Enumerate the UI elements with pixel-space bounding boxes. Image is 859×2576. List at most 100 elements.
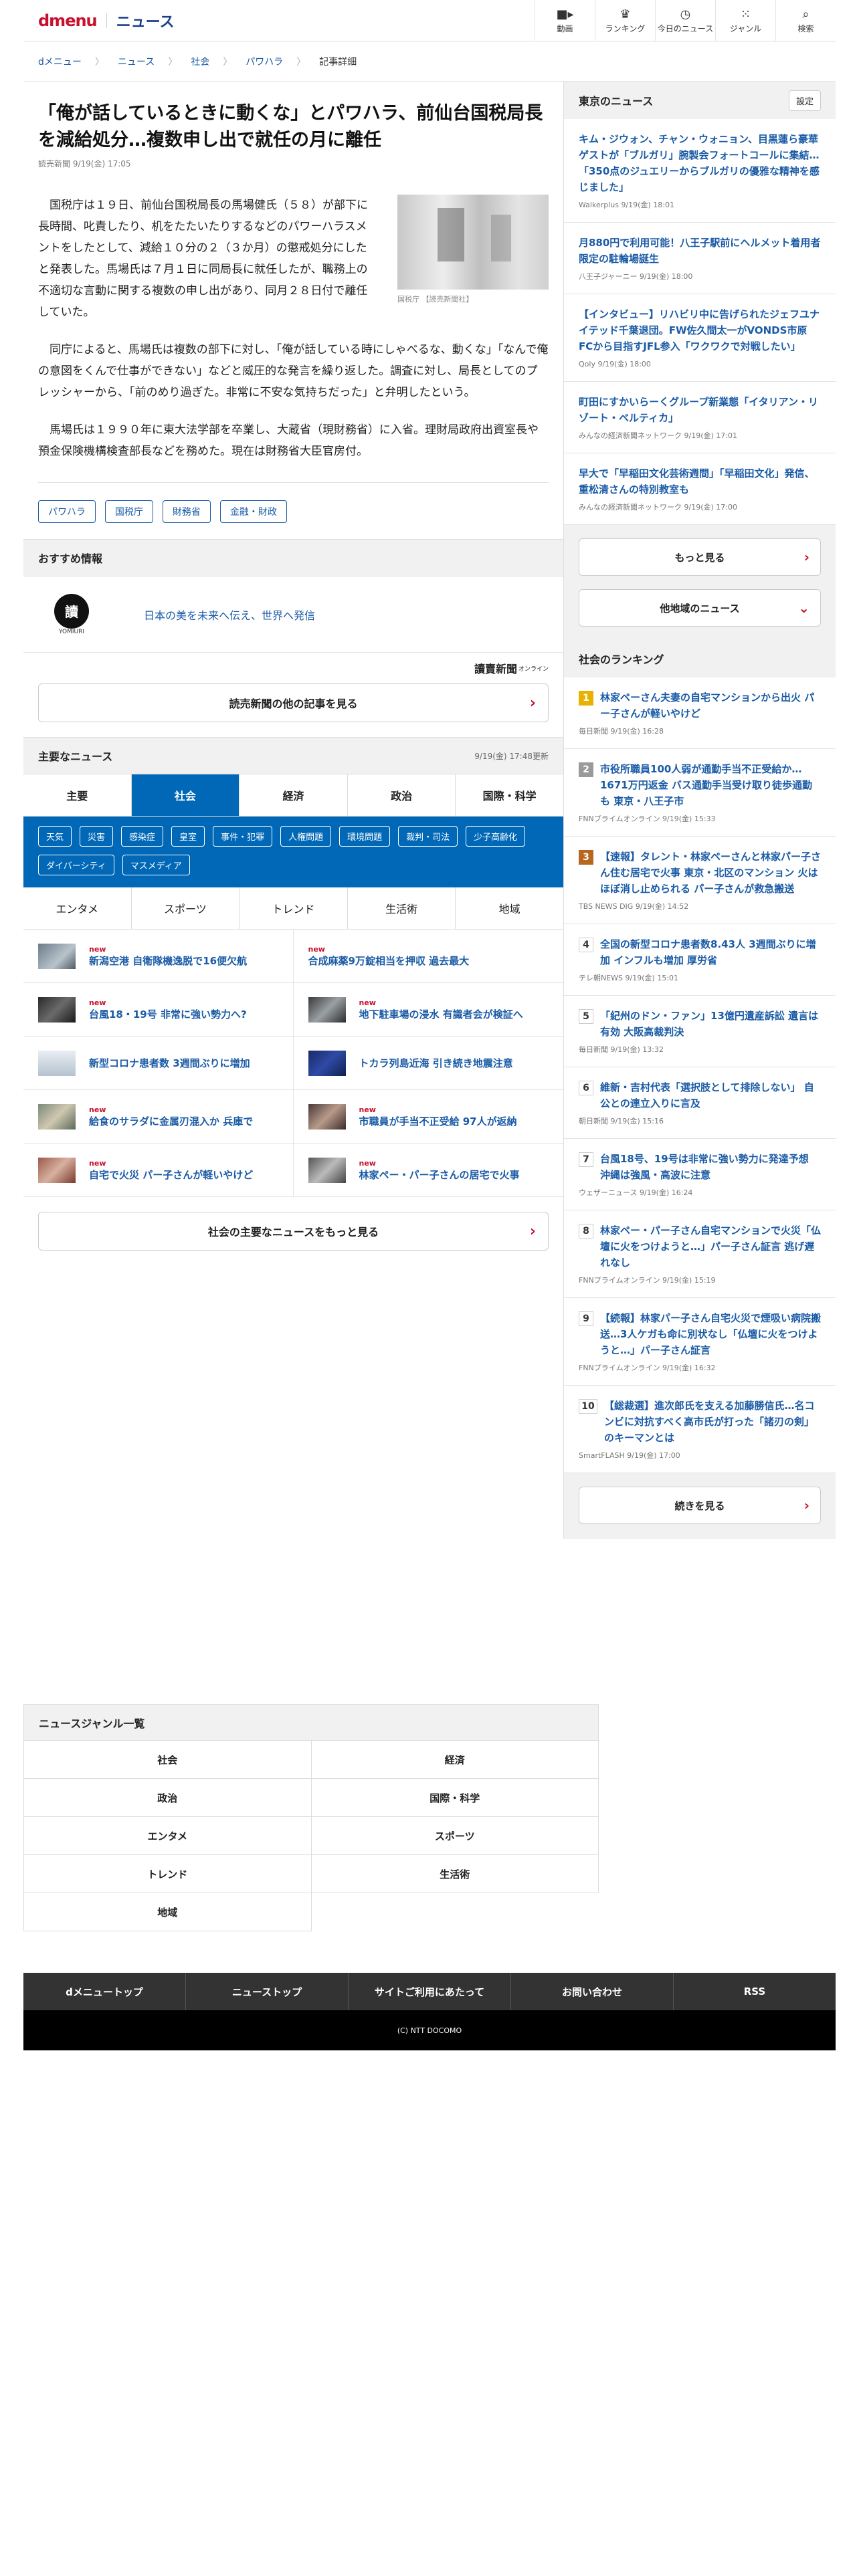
copyright: (C) NTT DOCOMO (23, 2010, 836, 2050)
nav-video[interactable]: ■▸ 動画 (535, 0, 595, 41)
ranking-item[interactable]: 5 「紀州のドン・ファン」13億円遺産訴訟 遺言は有効 大阪高裁判決 毎日新聞 9/… (564, 996, 836, 1067)
news-item[interactable]: new 給食のサラダに金属刃混入か 兵庫で (23, 1090, 294, 1144)
chip-aging[interactable]: 少子高齢化 (466, 826, 526, 847)
genre-politics[interactable]: 政治 (24, 1779, 312, 1817)
chip-imperial[interactable]: 皇室 (171, 826, 205, 847)
genre-sports[interactable]: スポーツ (311, 1817, 599, 1855)
tab-economy[interactable]: 経済 (240, 774, 348, 816)
tab-entertainment[interactable]: エンタメ (23, 887, 132, 929)
news-thumbnail (308, 1050, 346, 1076)
ranking-item[interactable]: 8 林家ペー・パー子さん自宅マンションで火災「仏壇に火をつけようと…」パー子さん証… (564, 1210, 836, 1298)
recommend-heading: おすすめ情報 (23, 539, 563, 576)
society-more-button[interactable]: 社会の主要なニュースをもっと見る › (38, 1212, 549, 1251)
list-item[interactable]: 早大で「早稲田文化芸術週間」「早稲田文化」発信、重松清さんの特別教室も みんなの経… (564, 453, 836, 525)
chip-mass-media[interactable]: マスメディア (122, 855, 190, 875)
footer-rss[interactable]: RSS (674, 1973, 836, 2010)
genre-region[interactable]: 地域 (24, 1893, 312, 1931)
news-item[interactable]: new 合成麻薬9万錠相当を押収 過去最大 (293, 930, 563, 983)
news-item[interactable]: new 自宅で火災 パー子さんが軽いやけど (23, 1144, 294, 1197)
ranking-item[interactable]: 10 【総裁選】進次郎氏を支える加藤勝信氏…名コンビに対抗すべく高市氏が打った「諸… (564, 1386, 836, 1473)
news-item[interactable]: new 台風18・19号 非常に強い勢力へ? (23, 983, 294, 1037)
publisher-more-button[interactable]: 読売新聞の他の記事を見る › (38, 683, 549, 722)
tab-trend[interactable]: トレンド (240, 887, 348, 929)
nav-search[interactable]: ⌕ 検索 (775, 0, 836, 41)
genre-society[interactable]: 社会 (24, 1741, 312, 1779)
tab-region[interactable]: 地域 (456, 887, 563, 929)
new-badge: new (359, 1105, 376, 1114)
chip-crime[interactable]: 事件・犯罪 (213, 826, 273, 847)
chip-diversity[interactable]: ダイバーシティ (38, 855, 114, 875)
ranking-item[interactable]: 2 市役所職員100人弱が通勤手当不正受給か…1671万円返金 バス通勤手当受け取… (564, 749, 836, 837)
logo[interactable]: dmenu ニュース (23, 10, 175, 31)
tokyo-more-button[interactable]: もっと見る › (579, 538, 821, 576)
news-item[interactable]: new 地下駐車場の浸水 有識者会が検証へ (293, 983, 563, 1037)
genre-entertainment[interactable]: エンタメ (24, 1817, 312, 1855)
chip-weather[interactable]: 天気 (38, 826, 72, 847)
chip-infection[interactable]: 感染症 (121, 826, 164, 847)
news-logo[interactable]: ニュース (116, 10, 175, 31)
footer-dmenu-top[interactable]: dメニュートップ (23, 1973, 186, 2010)
breadcrumb-news[interactable]: ニュース (118, 55, 155, 68)
ranking-item[interactable]: 1 林家ペーさん夫妻の自宅マンションから出火 パー子さんが軽いやけど 毎日新聞 9/… (564, 677, 836, 749)
news-item[interactable]: new 市職員が手当不正受給 97人が返納 (293, 1090, 563, 1144)
tag-link[interactable]: 財務省 (162, 500, 211, 523)
chip-court[interactable]: 裁判・司法 (398, 826, 458, 847)
recommend-text[interactable]: 日本の美を未来へ伝え、世界へ発信 (144, 607, 315, 623)
breadcrumb-dmenu[interactable]: dメニュー (38, 55, 82, 68)
ranking-item[interactable]: 7 台風18号、19号は非常に強い勢力に発達予想 沖縄は強風・高波に注意 ウェザーニ… (564, 1139, 836, 1210)
photo-image[interactable] (397, 195, 549, 290)
ranking-more-button[interactable]: 続きを見る › (579, 1487, 821, 1524)
genre-section: ニュースジャンル一覧 社会 経済 政治 国際・科学 エンタメ スポーツ トレンド… (23, 1704, 599, 1931)
tag-list: パワハラ 国税庁 財務省 金融・財政 (38, 482, 549, 523)
genre-international[interactable]: 国際・科学 (311, 1779, 599, 1817)
footer-terms[interactable]: サイトご利用にあたって (349, 1973, 511, 2010)
breadcrumb: dメニュー〉 ニュース〉 社会〉 パワハラ〉 記事詳細 (23, 41, 836, 82)
tab-sports[interactable]: スポーツ (132, 887, 240, 929)
article-photo[interactable]: 国税庁 【読売新聞社】 (397, 195, 549, 304)
settings-button[interactable]: 設定 (788, 90, 821, 111)
footer-contact[interactable]: お問い合わせ (511, 1973, 674, 2010)
recommend-item[interactable]: 讀 YOMIURI 日本の美を未来へ伝え、世界へ発信 (23, 576, 563, 653)
ranking-item[interactable]: 9 【続報】林家パー子さん自宅火災で煙吸い病院搬送…3人ケガも命に別状なし「仏壇に… (564, 1298, 836, 1386)
subcategory-bar: 天気 災害 感染症 皇室 事件・犯罪 人権問題 環境問題 裁判・司法 少子高齢化… (23, 817, 563, 887)
dmenu-logo[interactable]: dmenu (38, 11, 98, 30)
tab-politics[interactable]: 政治 (348, 774, 456, 816)
nav-genre[interactable]: ⁙ ジャンル (715, 0, 775, 41)
other-region-button[interactable]: 他地域のニュース ⌄ (579, 589, 821, 627)
tag-link[interactable]: 国税庁 (104, 500, 153, 523)
ranking-item[interactable]: 6 維新・吉村代表「選択肢として排除しない」 自公との連立入りに言及 朝日新聞 9/… (564, 1067, 836, 1139)
list-item[interactable]: 町田にすかいらーくグループ新業態「イタリアン・リゾート・ベルティカ」 みんなの経済… (564, 382, 836, 453)
tag-link[interactable]: 金融・財政 (219, 500, 287, 523)
list-item[interactable]: 【インタビュー】リハビリ中に告げられたジェフユナイテッド千葉退団。FW佐久間太一… (564, 294, 836, 382)
genre-grid: 社会 経済 政治 国際・科学 エンタメ スポーツ トレンド 生活術 地域 (23, 1740, 599, 1931)
tag-link[interactable]: パワハラ (38, 500, 96, 523)
tab-international[interactable]: 国際・科学 (456, 774, 563, 816)
ranking-item[interactable]: 3 【速報】タレント・林家ペーさんと林家パー子さん住む居宅で火事 東京・北区のマン… (564, 837, 836, 924)
news-item[interactable]: トカラ列島近海 引き続き地震注意 (293, 1037, 563, 1090)
news-thumbnail (38, 1050, 76, 1076)
genre-lifestyle[interactable]: 生活術 (311, 1855, 599, 1893)
news-item[interactable]: new 新潟空港 自衛隊機逸脱で16便欠航 (23, 930, 294, 983)
list-item[interactable]: キム・ジウォン、チャン・ウォニョン、目黒蓮ら豪華ゲストが「ブルガリ」腕製会フォー… (564, 119, 836, 223)
tab-lifestyle[interactable]: 生活術 (348, 887, 456, 929)
genre-economy[interactable]: 経済 (311, 1741, 599, 1779)
breadcrumb-powerhara[interactable]: パワハラ (246, 55, 283, 68)
footer-news-top[interactable]: ニューストップ (186, 1973, 349, 2010)
chip-disaster[interactable]: 災害 (80, 826, 114, 847)
news-item[interactable]: new 林家ペー・パー子さんの居宅で火事 (293, 1144, 563, 1197)
news-thumbnail (38, 1157, 76, 1183)
tokyo-news-list: キム・ジウォン、チャン・ウォニョン、目黒蓮ら豪華ゲストが「ブルガリ」腕製会フォー… (564, 119, 836, 525)
nav-ranking[interactable]: ♛ ランキング (595, 0, 655, 41)
tab-society[interactable]: 社会 (131, 774, 240, 816)
ranking-item[interactable]: 4 全国の新型コロナ患者数8.43人 3週間ぶりに増加 インフルも増加 厚労省 テレ… (564, 924, 836, 996)
chip-human-rights[interactable]: 人権問題 (280, 826, 332, 847)
chip-environment[interactable]: 環境問題 (339, 826, 391, 847)
nav-today[interactable]: ◷ 今日のニュース (655, 0, 715, 41)
tab-major[interactable]: 主要 (23, 774, 132, 816)
genre-trend[interactable]: トレンド (24, 1855, 312, 1893)
news-thumbnail (308, 1157, 346, 1183)
list-item[interactable]: 月880円で利用可能！八王子駅前にヘルメット着用者限定の駐輪場誕生 八王子ジャーニ… (564, 223, 836, 294)
breadcrumb-society[interactable]: 社会 (191, 55, 209, 68)
news-item[interactable]: 新型コロナ患者数 3週間ぶりに増加 (23, 1037, 294, 1090)
news-tabs-secondary: エンタメ スポーツ トレンド 生活術 地域 (23, 887, 563, 930)
